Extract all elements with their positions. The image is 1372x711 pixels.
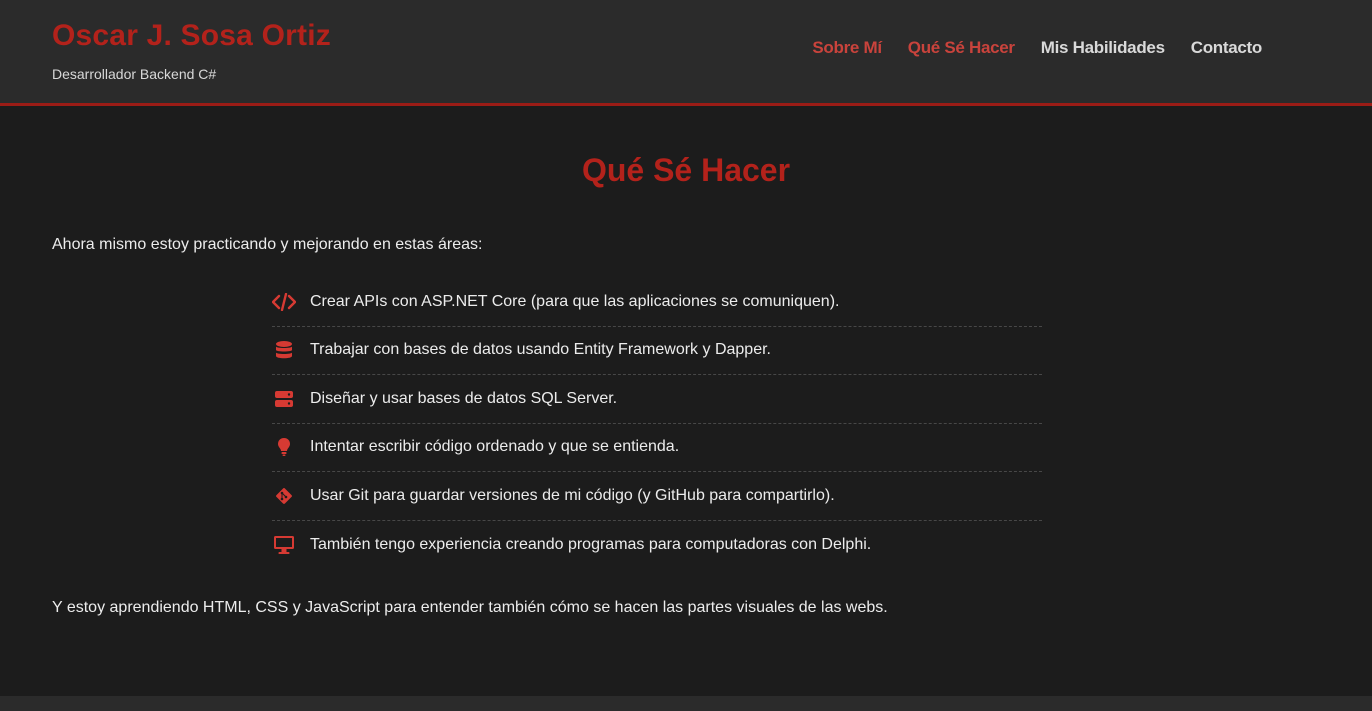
list-item: Diseñar y usar bases de datos SQL Server… bbox=[272, 375, 1042, 424]
list-item: Usar Git para guardar versiones de mi có… bbox=[272, 472, 1042, 521]
database-icon bbox=[272, 338, 296, 362]
main-nav: Sobre Mí Qué Sé Hacer Mis Habilidades Co… bbox=[812, 38, 1262, 58]
brand-subtitle: Desarrollador Backend C# bbox=[52, 66, 217, 82]
list-item: Trabajar con bases de datos usando Entit… bbox=[272, 327, 1042, 375]
brand-name[interactable]: Oscar J. Sosa Ortiz bbox=[52, 18, 331, 54]
skill-text: Usar Git para guardar versiones de mi có… bbox=[310, 486, 835, 504]
desktop-icon bbox=[272, 533, 296, 557]
lightbulb-icon bbox=[272, 435, 296, 459]
nav-link-que-se-hacer[interactable]: Qué Sé Hacer bbox=[908, 38, 1015, 58]
outro-text: Y estoy aprendiendo HTML, CSS y JavaScri… bbox=[52, 599, 888, 616]
skill-text: Intentar escribir código ordenado y que … bbox=[310, 438, 680, 456]
skill-text: También tengo experiencia creando progra… bbox=[310, 535, 872, 553]
nav-link-mis-habilidades[interactable]: Mis Habilidades bbox=[1041, 38, 1165, 58]
site-header: Oscar J. Sosa Ortiz Desarrollador Backen… bbox=[0, 0, 1372, 106]
skill-text: Diseñar y usar bases de datos SQL Server… bbox=[310, 389, 618, 407]
nav-link-sobre-mi[interactable]: Sobre Mí bbox=[812, 38, 882, 58]
git-icon bbox=[272, 484, 296, 508]
list-item: Crear APIs con ASP.NET Core (para que la… bbox=[272, 278, 1042, 327]
skill-text: Trabajar con bases de datos usando Entit… bbox=[310, 341, 771, 359]
nav-link-contacto[interactable]: Contacto bbox=[1191, 38, 1263, 58]
site-footer bbox=[0, 696, 1372, 711]
list-item: Intentar escribir código ordenado y que … bbox=[272, 424, 1042, 472]
main-section: Qué Sé Hacer Ahora mismo estoy practican… bbox=[0, 106, 1372, 696]
list-item: También tengo experiencia creando progra… bbox=[272, 521, 1042, 570]
section-title: Qué Sé Hacer bbox=[581, 152, 791, 188]
intro-text: Ahora mismo estoy practicando y mejorand… bbox=[52, 236, 483, 253]
skills-list: Crear APIs con ASP.NET Core (para que la… bbox=[272, 278, 1042, 569]
skill-text: Crear APIs con ASP.NET Core (para que la… bbox=[310, 292, 840, 310]
server-icon bbox=[272, 387, 296, 411]
code-icon bbox=[272, 290, 296, 314]
brand: Oscar J. Sosa Ortiz Desarrollador Backen… bbox=[52, 18, 331, 82]
